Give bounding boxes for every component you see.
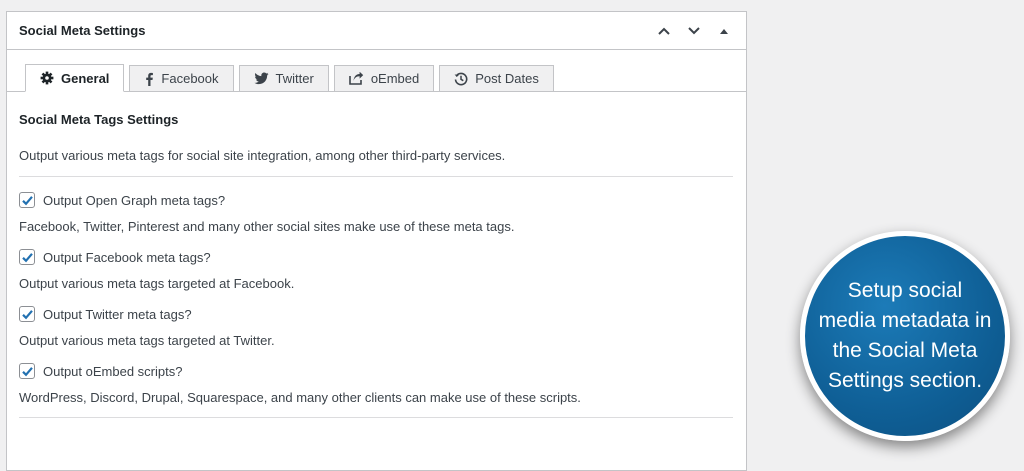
oembed-checkbox[interactable] xyxy=(19,363,35,379)
divider xyxy=(19,176,733,177)
tab-general[interactable]: General xyxy=(25,64,125,92)
panel-header-actions xyxy=(654,21,734,41)
section-title: Social Meta Tags Settings xyxy=(19,112,179,127)
checkmark-icon xyxy=(21,252,33,262)
move-up-icon[interactable] xyxy=(654,21,674,41)
tab-facebook[interactable]: Facebook xyxy=(129,65,234,92)
option-description: Facebook, Twitter, Pinterest and many ot… xyxy=(19,219,515,234)
gear-icon xyxy=(40,71,54,85)
option-open-graph: Output Open Graph meta tags? Facebook, T… xyxy=(19,192,734,234)
section-description: Output various meta tags for social site… xyxy=(19,148,506,163)
tab-oembed[interactable]: oEmbed xyxy=(333,65,435,92)
option-label: Output Twitter meta tags? xyxy=(43,306,192,322)
callout-bubble: Setup social media metadata in the Socia… xyxy=(800,231,1010,441)
checkmark-icon xyxy=(21,309,33,319)
option-row: Output Open Graph meta tags? xyxy=(19,192,734,208)
divider xyxy=(19,417,733,418)
tab-twitter[interactable]: Twitter xyxy=(238,65,329,92)
tab-label: Facebook xyxy=(161,71,219,86)
option-label: Output Facebook meta tags? xyxy=(43,249,211,265)
panel-title: Social Meta Settings xyxy=(19,23,146,38)
option-description: WordPress, Discord, Drupal, Squarespace,… xyxy=(19,390,581,405)
history-icon xyxy=(454,72,468,85)
general-tab-content: Social Meta Tags Settings Output various… xyxy=(7,92,746,418)
option-oembed: Output oEmbed scripts? WordPress, Discor… xyxy=(19,363,734,405)
tabs-bar: General Facebook Twitter oEmbed Post Dat… xyxy=(7,50,746,92)
option-label: Output Open Graph meta tags? xyxy=(43,192,226,208)
option-row: Output Twitter meta tags? xyxy=(19,306,734,322)
tab-post-dates[interactable]: Post Dates xyxy=(439,65,554,92)
tab-label: oEmbed xyxy=(370,71,420,86)
tab-label: Twitter xyxy=(275,71,314,86)
social-meta-settings-panel: Social Meta Settings General Facebook Tw… xyxy=(6,11,747,471)
share-icon xyxy=(349,72,364,85)
open-graph-checkbox[interactable] xyxy=(19,192,35,208)
option-twitter: Output Twitter meta tags? Output various… xyxy=(19,306,734,348)
tab-label: General xyxy=(61,70,110,86)
option-description: Output various meta tags targeted at Twi… xyxy=(19,333,275,348)
twitter-checkbox[interactable] xyxy=(19,306,35,322)
tab-label: Post Dates xyxy=(475,71,539,86)
checkmark-icon xyxy=(21,195,33,205)
option-description: Output various meta tags targeted at Fac… xyxy=(19,276,295,291)
panel-header: Social Meta Settings xyxy=(7,12,746,50)
callout-text: Setup social media metadata in the Socia… xyxy=(818,279,992,392)
option-label: Output oEmbed scripts? xyxy=(43,363,183,379)
option-facebook: Output Facebook meta tags? Output variou… xyxy=(19,249,734,291)
move-down-icon[interactable] xyxy=(684,21,704,41)
option-row: Output oEmbed scripts? xyxy=(19,363,734,379)
facebook-checkbox[interactable] xyxy=(19,249,35,265)
twitter-icon xyxy=(253,72,269,85)
option-row: Output Facebook meta tags? xyxy=(19,249,734,265)
checkmark-icon xyxy=(21,366,33,376)
collapse-toggle-icon[interactable] xyxy=(714,21,734,41)
facebook-icon xyxy=(146,72,154,86)
